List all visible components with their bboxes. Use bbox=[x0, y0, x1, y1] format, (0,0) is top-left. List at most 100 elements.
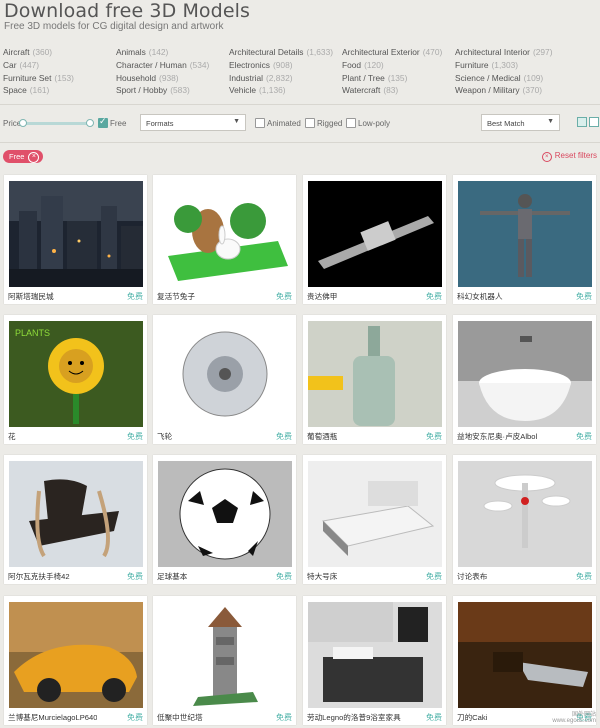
category-link[interactable]: Architectural Interior (297) bbox=[455, 46, 568, 59]
model-card[interactable]: 阿尔瓦克扶手椅42 免费 bbox=[4, 455, 147, 584]
category-name: Architectural Details bbox=[229, 47, 304, 57]
model-card[interactable]: 足球基本 免费 bbox=[153, 455, 296, 584]
linear-rail-thumbnail[interactable] bbox=[308, 181, 442, 287]
list-view-icon[interactable] bbox=[589, 117, 599, 127]
category-link[interactable]: Electronics (908) bbox=[229, 59, 342, 72]
category-link[interactable]: Architectural Details (1,633) bbox=[229, 46, 342, 59]
category-name: Household bbox=[116, 72, 157, 83]
model-card[interactable]: 飞轮 免费 bbox=[153, 315, 296, 444]
model-card[interactable]: 刀的Caki 免费 bbox=[453, 596, 596, 725]
model-name[interactable]: 葡萄酒瓶 bbox=[307, 431, 337, 442]
model-name[interactable]: 劳动Legno的洛普9浴室家具 bbox=[307, 712, 401, 723]
model-card[interactable]: 贵达佛甲 免费 bbox=[303, 175, 446, 304]
model-card[interactable]: 阿斯塔瑞民城 免费 bbox=[4, 175, 147, 304]
category-count: (447) bbox=[19, 59, 40, 70]
category-link[interactable]: Industrial (2,832) bbox=[229, 72, 342, 85]
grid-view-icon[interactable] bbox=[577, 117, 587, 127]
formats-dropdown[interactable]: Formats ▼ bbox=[140, 114, 246, 131]
lowpoly-checkbox[interactable] bbox=[346, 118, 356, 128]
category-link[interactable]: Architectural Exterior (470) bbox=[342, 46, 455, 59]
model-name[interactable]: 讨论表布 bbox=[457, 571, 487, 582]
category-link[interactable]: Furniture (1,303) bbox=[455, 59, 568, 72]
category-count: (2,832) bbox=[265, 72, 293, 83]
model-name[interactable]: 花 bbox=[8, 431, 16, 442]
watermark: 国外网站 www.egouz.com bbox=[552, 709, 596, 724]
category-name: Sport / Hobby bbox=[116, 85, 168, 96]
rigged-checkbox[interactable] bbox=[305, 118, 315, 128]
flywheel-thumbnail[interactable] bbox=[158, 321, 292, 427]
model-name[interactable]: 阿斯塔瑞民城 bbox=[8, 291, 54, 302]
category-link[interactable]: Household (938) bbox=[116, 72, 229, 85]
model-card[interactable]: 葡萄酒瓶 免费 bbox=[303, 315, 446, 444]
category-link[interactable]: Aircraft (360) bbox=[3, 46, 116, 59]
free-label: Free bbox=[110, 119, 127, 128]
bed-thumbnail[interactable] bbox=[308, 461, 442, 567]
price-slider-track[interactable] bbox=[23, 122, 90, 125]
model-card[interactable]: 劳动Legno的洛普9浴室家具 免费 bbox=[303, 596, 446, 725]
category-link[interactable]: Food (120) bbox=[342, 59, 455, 72]
category-list: Aircraft (360) Animals (142) Architectural D… bbox=[3, 46, 600, 97]
category-count: (1,303) bbox=[491, 59, 519, 70]
category-link[interactable]: Car (447) bbox=[3, 59, 116, 72]
model-name[interactable]: 兰博基尼MurcielagoLP640 bbox=[8, 712, 97, 723]
active-filter-free[interactable]: Free × bbox=[3, 150, 44, 163]
city-scene-thumbnail[interactable] bbox=[9, 181, 143, 287]
robot-woman-thumbnail[interactable] bbox=[458, 181, 592, 287]
category-name: Plant / Tree bbox=[342, 72, 385, 83]
category-link[interactable]: Plant / Tree (135) bbox=[342, 72, 455, 85]
model-card[interactable]: PLANTS 花 免费 bbox=[4, 315, 147, 444]
model-name[interactable]: 刀的Caki bbox=[457, 712, 487, 723]
category-link[interactable]: Weapon / Military (370) bbox=[455, 84, 568, 97]
reset-filters-link[interactable]: × Reset filters bbox=[541, 151, 597, 162]
model-price: 免费 bbox=[127, 713, 143, 722]
model-card[interactable]: 复活节兔子 免费 bbox=[153, 175, 296, 304]
close-icon[interactable]: × bbox=[28, 152, 40, 163]
price-slider-max-handle[interactable] bbox=[86, 119, 94, 127]
category-name: Space bbox=[3, 85, 27, 96]
sports-car-thumbnail[interactable] bbox=[9, 602, 143, 708]
model-card[interactable]: 低聚中世纪塔 免费 bbox=[153, 596, 296, 725]
soccer-ball-thumbnail[interactable] bbox=[158, 461, 292, 567]
wine-bottle-thumbnail[interactable] bbox=[308, 321, 442, 427]
model-name[interactable]: 益地安东尼奥·卢皮Albol bbox=[457, 431, 537, 442]
category-link[interactable]: Vehicle (1,136) bbox=[229, 84, 342, 97]
category-link[interactable]: Space (161) bbox=[3, 84, 116, 97]
bar-tables-thumbnail[interactable] bbox=[458, 461, 592, 567]
model-name[interactable]: 阿尔瓦克扶手椅42 bbox=[8, 571, 70, 582]
model-card[interactable]: 科幻女机器人 免费 bbox=[453, 175, 596, 304]
category-link[interactable]: Animals (142) bbox=[116, 46, 229, 59]
model-card[interactable]: 讨论表布 免费 bbox=[453, 455, 596, 584]
model-name[interactable]: 贵达佛甲 bbox=[307, 291, 337, 302]
free-checkbox[interactable] bbox=[98, 116, 108, 128]
category-link[interactable]: Furniture Set (153) bbox=[3, 72, 116, 85]
model-name[interactable]: 特大号床 bbox=[307, 571, 337, 582]
sort-dropdown[interactable]: Best Match ▼ bbox=[481, 114, 560, 131]
model-card[interactable]: 特大号床 免费 bbox=[303, 455, 446, 584]
model-name[interactable]: 足球基本 bbox=[157, 571, 187, 582]
animated-checkbox[interactable] bbox=[255, 118, 265, 128]
price-slider-min-handle[interactable] bbox=[19, 119, 27, 127]
filter-bar: Price Free Formats ▼ Animated Rigged Low… bbox=[0, 108, 600, 138]
knife-thumbnail[interactable] bbox=[458, 602, 592, 708]
model-name[interactable]: 复活节兔子 bbox=[157, 291, 195, 302]
armchair-thumbnail[interactable] bbox=[9, 461, 143, 567]
model-card[interactable]: 益地安东尼奥·卢皮Albol 免费 bbox=[453, 315, 596, 444]
formats-label: Formats bbox=[146, 119, 174, 128]
sunflower-thumbnail[interactable]: PLANTS bbox=[9, 321, 143, 427]
category-link[interactable]: Character / Human (534) bbox=[116, 59, 229, 72]
active-filter-label: Free bbox=[9, 152, 25, 161]
category-link[interactable]: Science / Medical (109) bbox=[455, 72, 568, 85]
model-name[interactable]: 飞轮 bbox=[157, 431, 172, 442]
bathroom-furniture-thumbnail[interactable] bbox=[308, 602, 442, 708]
model-name[interactable]: 科幻女机器人 bbox=[457, 291, 503, 302]
easter-bunny-thumbnail[interactable] bbox=[158, 181, 292, 287]
category-link[interactable]: Sport / Hobby (583) bbox=[116, 84, 229, 97]
category-count: (938) bbox=[159, 72, 179, 83]
model-card[interactable]: 兰博基尼MurcielagoLP640 免费 bbox=[4, 596, 147, 725]
model-name[interactable]: 低聚中世纪塔 bbox=[157, 712, 203, 723]
medieval-tower-thumbnail[interactable] bbox=[158, 602, 292, 708]
category-link[interactable]: Watercraft (83) bbox=[342, 84, 455, 97]
model-price: 免费 bbox=[276, 572, 292, 581]
wash-basin-thumbnail[interactable] bbox=[458, 321, 592, 427]
model-price: 免费 bbox=[426, 432, 442, 441]
